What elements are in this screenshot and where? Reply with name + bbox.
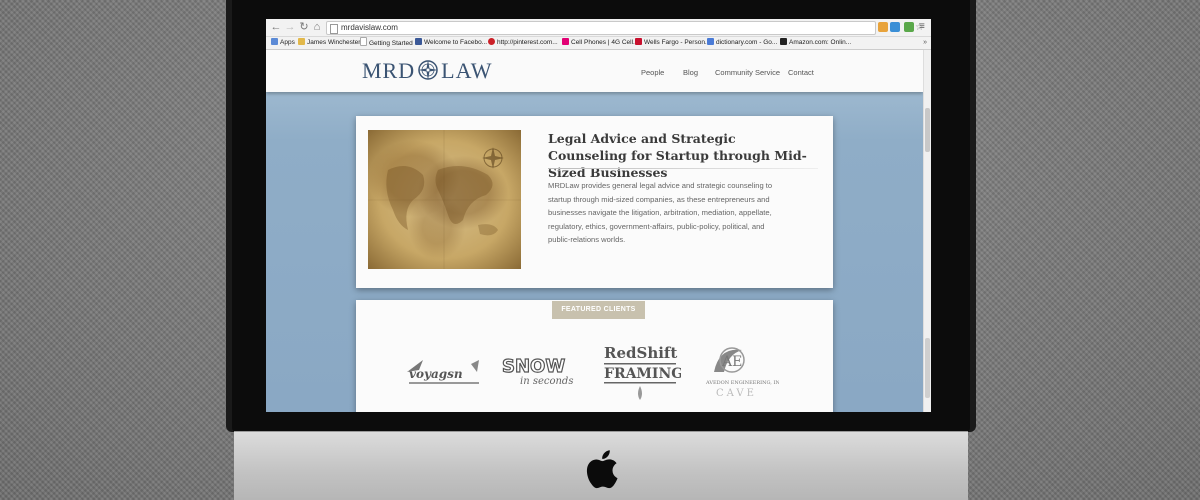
website: MRD LAW People Blog Community Service Co… [266,50,931,412]
svg-text:AVEDON ENGINEERING, INC.: AVEDON ENGINEERING, INC. [705,380,779,386]
svg-text:SNOW: SNOW [502,356,565,377]
bookmarks-bar: Apps James Winchester Getting Started We… [266,37,931,50]
address-url[interactable]: mrdavislaw.com [341,22,398,34]
folder-icon [298,38,305,45]
divider [548,168,818,169]
svg-text:FRAMING: FRAMING [604,366,681,382]
bookmark-item[interactable]: Welcome to Facebo... [415,37,487,49]
extension-icon[interactable] [904,22,914,32]
svg-text:in seconds: in seconds [520,376,573,387]
apple-logo-icon [586,450,618,489]
scrollbar-thumb[interactable] [925,108,930,152]
pinterest-icon [488,38,495,45]
client-logos: voyagsn SNOW in seconds RedShift FRAMING [356,342,833,402]
nav-contact[interactable]: Contact [788,68,814,77]
bookmark-item[interactable]: http://pinterest.com... [488,37,558,49]
extension-icon[interactable] [890,22,900,32]
client-logo-voyageur[interactable]: voyagsn [401,342,486,402]
bookmark-item[interactable]: Amazon.com: Onlin... [780,37,851,49]
client-logo-redshift-framing[interactable]: RedShift FRAMING [596,342,681,402]
intro-card: Legal Advice and Strategic Counseling fo… [356,116,833,288]
svg-text:voyagsn: voyagsn [409,367,463,381]
page-icon [360,37,367,46]
bookmark-item[interactable]: James Winchester [298,37,360,49]
facebook-icon [415,38,422,45]
extension-icon[interactable] [878,22,888,32]
card-body: MRDLaw provides general legal advice and… [548,181,773,244]
address-bar[interactable]: mrdavislaw.com ☆ [326,21,924,35]
more-bookmarks-icon[interactable]: » [923,37,927,49]
nav-community-service[interactable]: Community Service [715,68,780,77]
browser-toolbar: ← → ↻ ⌂ mrdavislaw.com ☆ ≡ [266,19,931,37]
world-map-image [368,130,521,269]
wells-fargo-icon [635,38,642,45]
bookmark-item[interactable]: Getting Started [360,37,413,49]
scrollbar[interactable] [923,50,931,412]
bookmark-item[interactable]: Cell Phones | 4G Cell... [562,37,638,49]
svg-text:CAVE: CAVE [716,388,757,399]
scrollbar-thumb-secondary[interactable] [925,338,930,398]
google-icon [707,38,714,45]
bookmark-item[interactable]: dictionary.com - Go... [707,37,777,49]
site-header: MRD LAW People Blog Community Service Co… [266,50,923,92]
client-logo-avedon-engineering[interactable]: AE AVEDON ENGINEERING, INC. CAVE [694,342,779,402]
svg-text:RedShift: RedShift [604,344,677,362]
amazon-icon [780,38,787,45]
bookmark-item[interactable]: Apps [271,37,295,49]
site-logo[interactable]: MRD LAW [362,58,492,83]
menu-icon[interactable]: ≡ [919,21,925,33]
svg-text:AE: AE [721,354,742,370]
forward-icon[interactable]: → [284,21,296,33]
nav-blog[interactable]: Blog [683,68,698,77]
compass-icon [418,60,439,80]
tmobile-icon [562,38,569,45]
apps-icon [271,38,278,45]
featured-clients-tab: FEATURED CLIENTS [552,301,645,319]
map-lines [368,130,521,269]
featured-clients-card: FEATURED CLIENTS voyagsn SNOW in seconds… [356,300,833,412]
card-title: Legal Advice and Strategic Counseling fo… [548,131,807,180]
client-logo-snow[interactable]: SNOW in seconds [498,342,583,402]
nav-people[interactable]: People [641,68,664,77]
bookmark-item[interactable]: Wells Fargo - Person... [635,37,710,49]
page-icon [330,24,338,34]
back-icon[interactable]: ← [270,21,282,33]
reload-icon[interactable]: ↻ [298,21,310,33]
screen: ← → ↻ ⌂ mrdavislaw.com ☆ ≡ Apps James Wi… [266,19,931,412]
home-icon[interactable]: ⌂ [311,21,323,33]
